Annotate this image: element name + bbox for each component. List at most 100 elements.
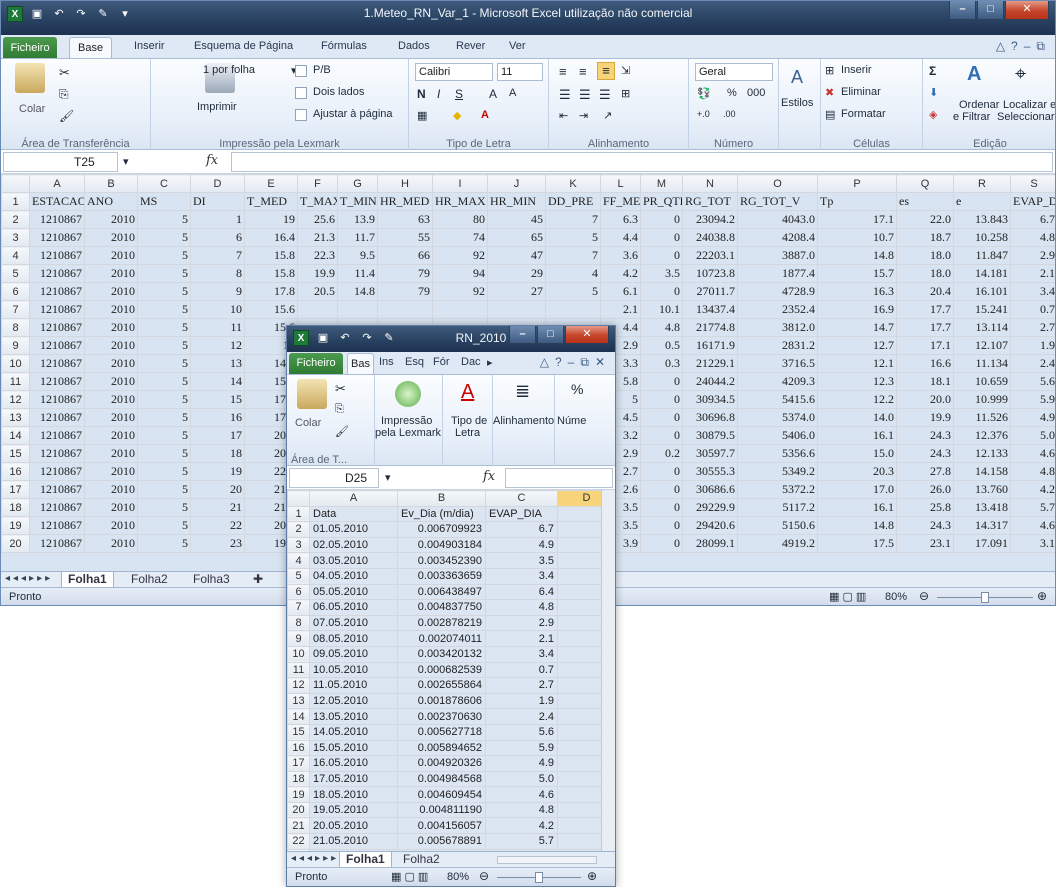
cell[interactable]: 2010 bbox=[84, 210, 138, 229]
row-header[interactable]: 18 bbox=[1, 498, 30, 517]
cell[interactable]: 9 bbox=[190, 282, 245, 301]
cell[interactable]: 5 bbox=[137, 210, 191, 229]
cell[interactable]: 2.1 bbox=[485, 630, 558, 647]
zoom-out-icon[interactable]: ⊖ bbox=[919, 589, 929, 603]
cell[interactable]: 6.3 bbox=[600, 210, 641, 229]
font-letter-label[interactable]: Letra bbox=[455, 427, 480, 439]
cell[interactable]: 2.4 bbox=[485, 708, 558, 725]
cell[interactable]: 6.4 bbox=[485, 583, 558, 601]
row-header[interactable]: 16 bbox=[1, 462, 30, 481]
cell[interactable] bbox=[337, 300, 378, 319]
sheet-nav-icon[interactable]: ◂◂◂▸▸▸ bbox=[291, 853, 339, 864]
cell[interactable]: 5.6 bbox=[485, 723, 558, 741]
cell[interactable]: 0.002074011 bbox=[397, 630, 486, 647]
cell[interactable]: 14.317 bbox=[953, 516, 1011, 535]
cell[interactable]: 12.3 bbox=[817, 372, 897, 391]
cell[interactable]: 20 bbox=[190, 480, 245, 499]
cell[interactable]: 16.1 bbox=[817, 426, 897, 445]
cell[interactable]: 66 bbox=[377, 246, 433, 265]
underline-icon[interactable]: S bbox=[455, 87, 463, 101]
alignment-label[interactable]: Alinhamento bbox=[493, 415, 554, 427]
cell[interactable]: 12.05.2010 bbox=[309, 692, 398, 710]
cell[interactable]: 0 bbox=[640, 390, 683, 409]
cell[interactable]: 1210867 bbox=[29, 354, 85, 373]
column-header[interactable]: G bbox=[337, 174, 378, 193]
cell[interactable]: 2010 bbox=[84, 264, 138, 283]
tab-rever[interactable]: Rever bbox=[456, 40, 485, 52]
row-header[interactable]: 20 bbox=[1, 534, 30, 553]
cell[interactable]: FF_MED bbox=[600, 192, 641, 211]
zoom-in-icon[interactable]: ⊕ bbox=[1037, 589, 1047, 603]
row-header[interactable]: 15 bbox=[1, 444, 30, 463]
row-header[interactable]: 6 bbox=[287, 583, 310, 601]
vertical-scrollbar[interactable] bbox=[601, 490, 615, 851]
cell[interactable]: EVAP_DIA bbox=[485, 505, 558, 523]
cell[interactable]: 79 bbox=[377, 282, 433, 301]
cell[interactable]: 4208.4 bbox=[737, 228, 818, 247]
row-header[interactable]: 1 bbox=[1, 192, 30, 211]
cell[interactable]: 1210867 bbox=[29, 462, 85, 481]
cell[interactable]: 92 bbox=[432, 282, 488, 301]
format-cells-button[interactable]: Formatar bbox=[841, 108, 886, 120]
row-header[interactable]: 14 bbox=[287, 708, 310, 725]
cell[interactable]: 12.133 bbox=[953, 444, 1011, 463]
save-icon[interactable]: ▣ bbox=[315, 330, 331, 346]
cell[interactable]: 0.006709923 bbox=[397, 521, 486, 538]
align-middle-icon[interactable]: ≡ bbox=[579, 64, 587, 79]
cell[interactable]: 22.0 bbox=[896, 210, 954, 229]
cell[interactable]: 63 bbox=[377, 210, 433, 229]
cell[interactable]: 17.7 bbox=[896, 318, 954, 337]
row-header[interactable]: 17 bbox=[287, 755, 310, 772]
cut-icon[interactable]: ✂ bbox=[335, 381, 346, 397]
cell[interactable]: 5 bbox=[137, 336, 191, 355]
cell[interactable]: 5 bbox=[137, 390, 191, 409]
cell[interactable]: 0.002370630 bbox=[397, 708, 486, 725]
cell[interactable]: 0 bbox=[640, 372, 683, 391]
cell[interactable]: DD_PRE bbox=[545, 192, 601, 211]
cell[interactable]: 0.004811190 bbox=[397, 801, 486, 819]
cell[interactable]: 17.1 bbox=[896, 336, 954, 355]
cell[interactable]: 2010 bbox=[84, 534, 138, 553]
align-bottom-icon[interactable]: ≡ bbox=[597, 62, 615, 80]
cell[interactable]: 20.0 bbox=[896, 390, 954, 409]
cell[interactable]: 12.1 bbox=[817, 354, 897, 373]
cell[interactable] bbox=[545, 300, 601, 319]
clear-icon[interactable]: ◈ bbox=[929, 108, 937, 121]
cell[interactable]: 18.05.2010 bbox=[309, 786, 398, 803]
minimize-doc-icon[interactable]: – bbox=[1024, 39, 1031, 54]
minimize-button[interactable]: – bbox=[949, 1, 976, 20]
tab-formulas[interactable]: Fórmulas bbox=[321, 40, 367, 52]
insert-cells-button[interactable]: Inserir bbox=[841, 64, 872, 76]
cell[interactable]: 11.526 bbox=[953, 408, 1011, 427]
cell[interactable]: 0.003363659 bbox=[397, 567, 486, 585]
paste-icon[interactable] bbox=[15, 63, 45, 93]
cell[interactable]: 94 bbox=[432, 264, 488, 283]
cell[interactable]: 0.7 bbox=[1010, 300, 1055, 319]
cell[interactable]: 30597.7 bbox=[682, 444, 738, 463]
cell[interactable]: 16.9 bbox=[817, 300, 897, 319]
cell[interactable]: es bbox=[896, 192, 954, 211]
cell[interactable]: 2010 bbox=[84, 228, 138, 247]
cell[interactable]: T_MAX bbox=[297, 192, 338, 211]
cell[interactable]: 5 bbox=[137, 372, 191, 391]
cell[interactable]: 12 bbox=[190, 336, 245, 355]
row-header[interactable]: 5 bbox=[287, 567, 310, 585]
align-top-icon[interactable]: ≡ bbox=[559, 64, 567, 79]
cell[interactable]: 08.05.2010 bbox=[309, 630, 398, 647]
cell[interactable]: 0.002655864 bbox=[397, 677, 486, 694]
cell[interactable]: 12.7 bbox=[817, 336, 897, 355]
column-header[interactable]: H bbox=[377, 174, 433, 193]
cell[interactable]: 3812.0 bbox=[737, 318, 818, 337]
cell[interactable]: 5.0 bbox=[485, 770, 558, 788]
cell[interactable]: ANO bbox=[84, 192, 138, 211]
cell[interactable]: 47 bbox=[487, 246, 546, 265]
close-button[interactable]: ✕ bbox=[1005, 1, 1049, 20]
cell[interactable]: 0.003420132 bbox=[397, 645, 486, 663]
cell[interactable]: 2010 bbox=[84, 390, 138, 409]
row-header[interactable]: 4 bbox=[1, 246, 30, 265]
view-buttons-icon[interactable]: ▦ ▢ ▥ bbox=[391, 870, 428, 883]
cell[interactable]: 3887.0 bbox=[737, 246, 818, 265]
format-cells-icon[interactable]: ▤ bbox=[825, 108, 835, 121]
function-icon[interactable]: fx bbox=[206, 153, 218, 168]
column-header[interactable]: R bbox=[953, 174, 1011, 193]
